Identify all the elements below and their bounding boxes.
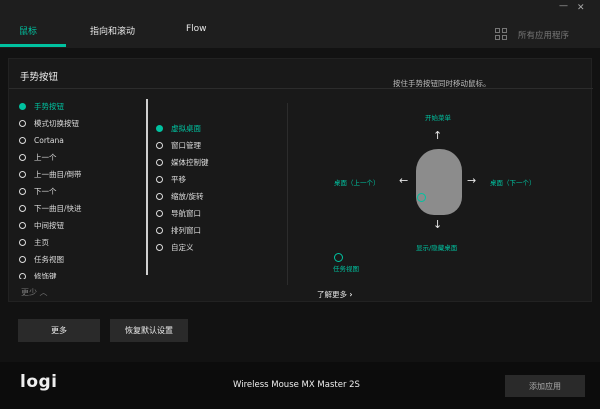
radio-button[interactable] — [19, 170, 26, 178]
list-item-label: 虚拟桌面 — [171, 123, 201, 133]
logi-logo: logi — [20, 372, 58, 392]
list-item[interactable]: 中间按钮 — [19, 218, 64, 232]
list-item[interactable]: 窗口管理 — [156, 138, 201, 152]
gesture-click-label: 任务视图 — [333, 265, 359, 273]
radio-button[interactable] — [156, 243, 163, 251]
list-item-label: 缩放/旋转 — [171, 191, 204, 201]
device-name[interactable]: Wireless Mouse MX Master 2S — [233, 380, 360, 390]
active-tab-indicator — [0, 44, 66, 47]
gesture-hint: 按住手势按钮同时移动鼠标。 — [393, 79, 491, 88]
learn-more-link[interactable]: 了解更多 › — [317, 289, 352, 300]
mouse-illustration — [416, 149, 462, 215]
list-item-label: 中间按钮 — [34, 220, 64, 230]
list-item-label: 窗口管理 — [171, 140, 201, 150]
list-item[interactable]: 虚拟桌面 — [156, 121, 201, 135]
radio-button[interactable] — [156, 141, 163, 149]
grid-icon[interactable] — [495, 28, 507, 40]
radio-button[interactable] — [156, 124, 163, 132]
list-item-label: 修饰键 — [34, 271, 57, 280]
list-item-label: 手势按钮 — [34, 101, 64, 111]
list-item[interactable]: Cortana — [19, 133, 64, 147]
list-item[interactable]: 排列窗口 — [156, 223, 201, 237]
column-divider — [287, 103, 288, 285]
list-item[interactable]: 主页 — [19, 235, 49, 249]
list-item-label: 上一曲目/倒带 — [34, 169, 82, 179]
chevron-right-icon: › — [349, 290, 353, 299]
tab-flow[interactable]: Flow — [186, 24, 207, 34]
list-item-label: Cortana — [34, 135, 64, 145]
radio-button[interactable] — [19, 221, 26, 229]
radio-button[interactable] — [19, 187, 26, 195]
button-list: 手势按钮 模式切换按钮 Cortana 上一个 上一曲目/倒带 下一个 下一曲目… — [19, 99, 147, 279]
top-bar: 鼠标 指向和滚动 Flow — ✕ 所有应用程序 — [0, 0, 600, 48]
restore-defaults-button[interactable]: 恢复默认设置 — [110, 319, 188, 342]
add-application-button[interactable]: 添加应用 — [505, 375, 585, 397]
list-item-label: 任务视图 — [34, 254, 64, 264]
list-item[interactable]: 下一曲目/快进 — [19, 201, 82, 215]
list-item-label: 自定义 — [171, 242, 194, 252]
more-button[interactable]: 更多 — [18, 319, 100, 342]
radio-button[interactable] — [19, 136, 26, 144]
list-item-label: 模式切换按钮 — [34, 118, 79, 128]
list-item-label: 排列窗口 — [171, 225, 201, 235]
task-view-marker — [334, 253, 343, 262]
arrow-down-icon: ↓ — [433, 218, 443, 231]
list-item[interactable]: 手势按钮 — [19, 99, 64, 113]
list-item[interactable]: 上一曲目/倒带 — [19, 167, 82, 181]
panel-title: 手势按钮 — [20, 72, 59, 83]
list-item-label: 导航窗口 — [171, 208, 201, 218]
radio-button[interactable] — [156, 158, 163, 166]
show-less-toggle[interactable]: 更少 ︿ — [21, 287, 48, 298]
list-scrollbar[interactable] — [146, 99, 148, 275]
list-item[interactable]: 自定义 — [156, 240, 194, 254]
radio-button[interactable] — [156, 175, 163, 183]
gesture-right-label: 桌面（下一个） — [490, 179, 536, 187]
gesture-button-marker — [417, 193, 426, 202]
radio-button[interactable] — [19, 238, 26, 246]
radio-button[interactable] — [19, 153, 26, 161]
list-item[interactable]: 修饰键 — [19, 269, 57, 279]
tab-pointer-scroll[interactable]: 指向和滚动 — [90, 24, 135, 37]
action-list: 虚拟桌面 窗口管理 媒体控制键 平移 缩放/旋转 导航窗口 排列窗口 自定义 — [156, 121, 284, 261]
arrow-up-icon: ↑ — [433, 129, 443, 142]
gesture-up-label: 开始菜单 — [425, 114, 451, 122]
list-item[interactable]: 缩放/旋转 — [156, 189, 204, 203]
panel-header: 手势按钮 按住手势按钮同时移动鼠标。 — [9, 59, 593, 89]
learn-more-label: 了解更多 — [317, 290, 347, 299]
list-item-label: 主页 — [34, 237, 49, 247]
radio-button[interactable] — [156, 209, 163, 217]
list-item[interactable]: 模式切换按钮 — [19, 116, 79, 130]
radio-button[interactable] — [19, 204, 26, 212]
list-item-label: 下一个 — [34, 186, 57, 196]
tab-mouse[interactable]: 鼠标 — [19, 24, 37, 37]
list-item-label: 下一曲目/快进 — [34, 203, 82, 213]
radio-button[interactable] — [19, 272, 26, 279]
list-item-label: 平移 — [171, 174, 186, 184]
radio-button[interactable] — [19, 119, 26, 127]
minimize-button[interactable]: — — [559, 1, 568, 11]
list-item[interactable]: 导航窗口 — [156, 206, 201, 220]
radio-button[interactable] — [156, 226, 163, 234]
list-item-label: 上一个 — [34, 152, 57, 162]
radio-button[interactable] — [156, 192, 163, 200]
list-item[interactable]: 平移 — [156, 172, 186, 186]
radio-button[interactable] — [19, 102, 26, 110]
arrow-left-icon: ← — [399, 174, 409, 187]
gesture-down-label: 显示/隐藏桌面 — [416, 244, 458, 252]
list-item-label: 媒体控制键 — [171, 157, 209, 167]
all-applications-selector[interactable]: 所有应用程序 — [518, 29, 569, 41]
chevron-up-icon: ︿ — [39, 288, 48, 297]
list-item[interactable]: 任务视图 — [19, 252, 64, 266]
radio-button[interactable] — [19, 255, 26, 263]
list-item[interactable]: 媒体控制键 — [156, 155, 209, 169]
list-item[interactable]: 上一个 — [19, 150, 57, 164]
close-button[interactable]: ✕ — [577, 3, 585, 13]
show-less-label: 更少 — [21, 288, 37, 297]
gesture-left-label: 桌面（上一个） — [334, 179, 380, 187]
list-item[interactable]: 下一个 — [19, 184, 57, 198]
arrow-right-icon: → — [467, 174, 477, 187]
